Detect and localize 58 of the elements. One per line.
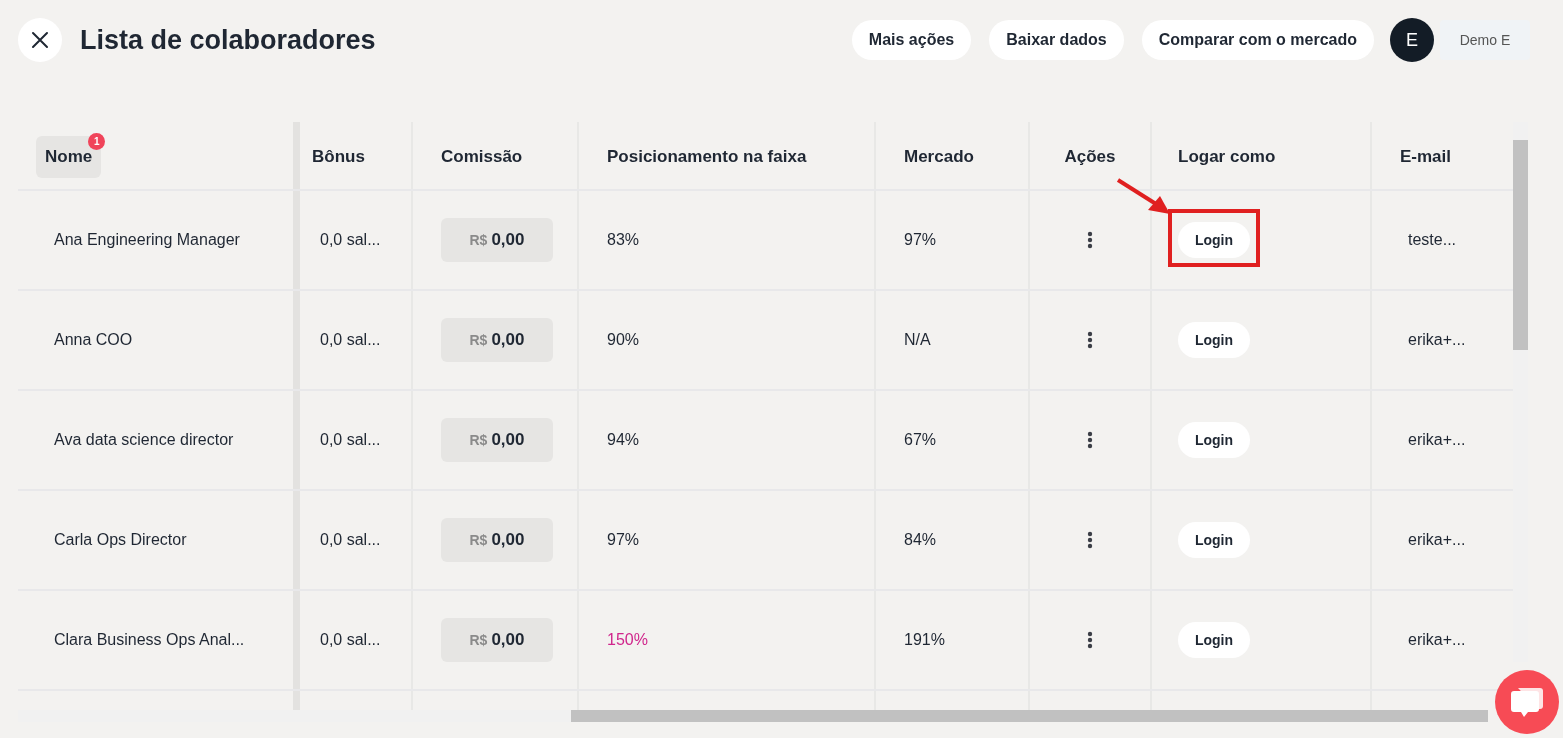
column-header[interactable]: Comissão <box>441 146 523 167</box>
table-cell: Carla Ops Director <box>54 531 187 549</box>
table-cell: erika+... <box>1408 431 1466 449</box>
table-cell: 67% <box>904 431 937 449</box>
more-options-icon[interactable] <box>1087 631 1093 649</box>
login-button[interactable]: Login <box>1178 522 1250 558</box>
login-button[interactable]: Login <box>1178 622 1250 658</box>
table-cell: erika+... <box>1408 331 1466 349</box>
more-options-icon[interactable] <box>1087 331 1093 349</box>
close-icon <box>31 31 49 49</box>
table-cell: erika+... <box>1408 631 1466 649</box>
login-button[interactable]: Login <box>1178 322 1250 358</box>
column-header[interactable]: Nome 1 <box>36 135 102 178</box>
page-title: Lista de colaboradores <box>80 24 376 56</box>
column-header[interactable]: E-mail <box>1400 146 1452 167</box>
chat-icon <box>1510 686 1544 718</box>
column-header[interactable]: Posicionamento na faixa <box>607 146 807 167</box>
table-cell: 0,0 sal... <box>320 331 381 349</box>
table-cell: Clara Business Ops Anal... <box>54 631 245 649</box>
table-cell: 90% <box>607 331 640 349</box>
table-cell: erika+... <box>1408 531 1466 549</box>
table-cell: 191% <box>904 631 945 649</box>
commission-field[interactable]: R$ 0,00 <box>441 418 553 462</box>
count-badge: 1 <box>88 132 106 150</box>
user-avatar[interactable]: E <box>1390 18 1434 62</box>
commission-field[interactable]: R$ 0,00 <box>441 518 553 562</box>
column-header[interactable]: Logar como <box>1178 146 1276 167</box>
action-button[interactable]: Baixar dados <box>989 20 1124 60</box>
table-cell: 0,0 sal... <box>320 531 381 549</box>
table-cell: 0,0 sal... <box>320 431 381 449</box>
more-options-icon[interactable] <box>1087 531 1093 549</box>
close-button[interactable] <box>18 18 62 62</box>
commission-field[interactable]: R$ 0,00 <box>441 218 553 262</box>
table-cell: 97% <box>607 531 640 549</box>
commission-field[interactable]: R$ 0,00 <box>441 318 553 362</box>
column-header[interactable]: Mercado <box>904 146 974 167</box>
table-cell: 83% <box>607 231 640 249</box>
table-cell: teste... <box>1408 231 1457 249</box>
action-button[interactable]: Comparar com o mercado <box>1141 20 1374 60</box>
table-cell: Anna COO <box>54 331 133 349</box>
action-button[interactable]: Mais ações <box>851 20 972 60</box>
login-button[interactable]: Login <box>1178 422 1250 458</box>
column-header[interactable]: Ações <box>1064 146 1116 167</box>
more-options-icon[interactable] <box>1087 431 1093 449</box>
table-cell: Ava data science director <box>54 431 234 449</box>
table-cell: 150% <box>607 631 648 649</box>
table-cell: N/A <box>904 331 931 349</box>
table-cell: 0,0 sal... <box>320 231 381 249</box>
column-header[interactable]: Bônus <box>312 146 365 167</box>
table-cell: 0,0 sal... <box>320 631 381 649</box>
user-menu-button[interactable]: Demo E <box>1440 20 1530 60</box>
table-cell: 94% <box>607 431 640 449</box>
table-cell: Ana Engineering Manager <box>54 231 240 249</box>
more-options-icon[interactable] <box>1087 231 1093 249</box>
table-cell: 97% <box>904 231 937 249</box>
commission-field[interactable]: R$ 0,00 <box>441 618 553 662</box>
login-button[interactable]: Login <box>1178 222 1250 258</box>
table-cell: 84% <box>904 531 937 549</box>
